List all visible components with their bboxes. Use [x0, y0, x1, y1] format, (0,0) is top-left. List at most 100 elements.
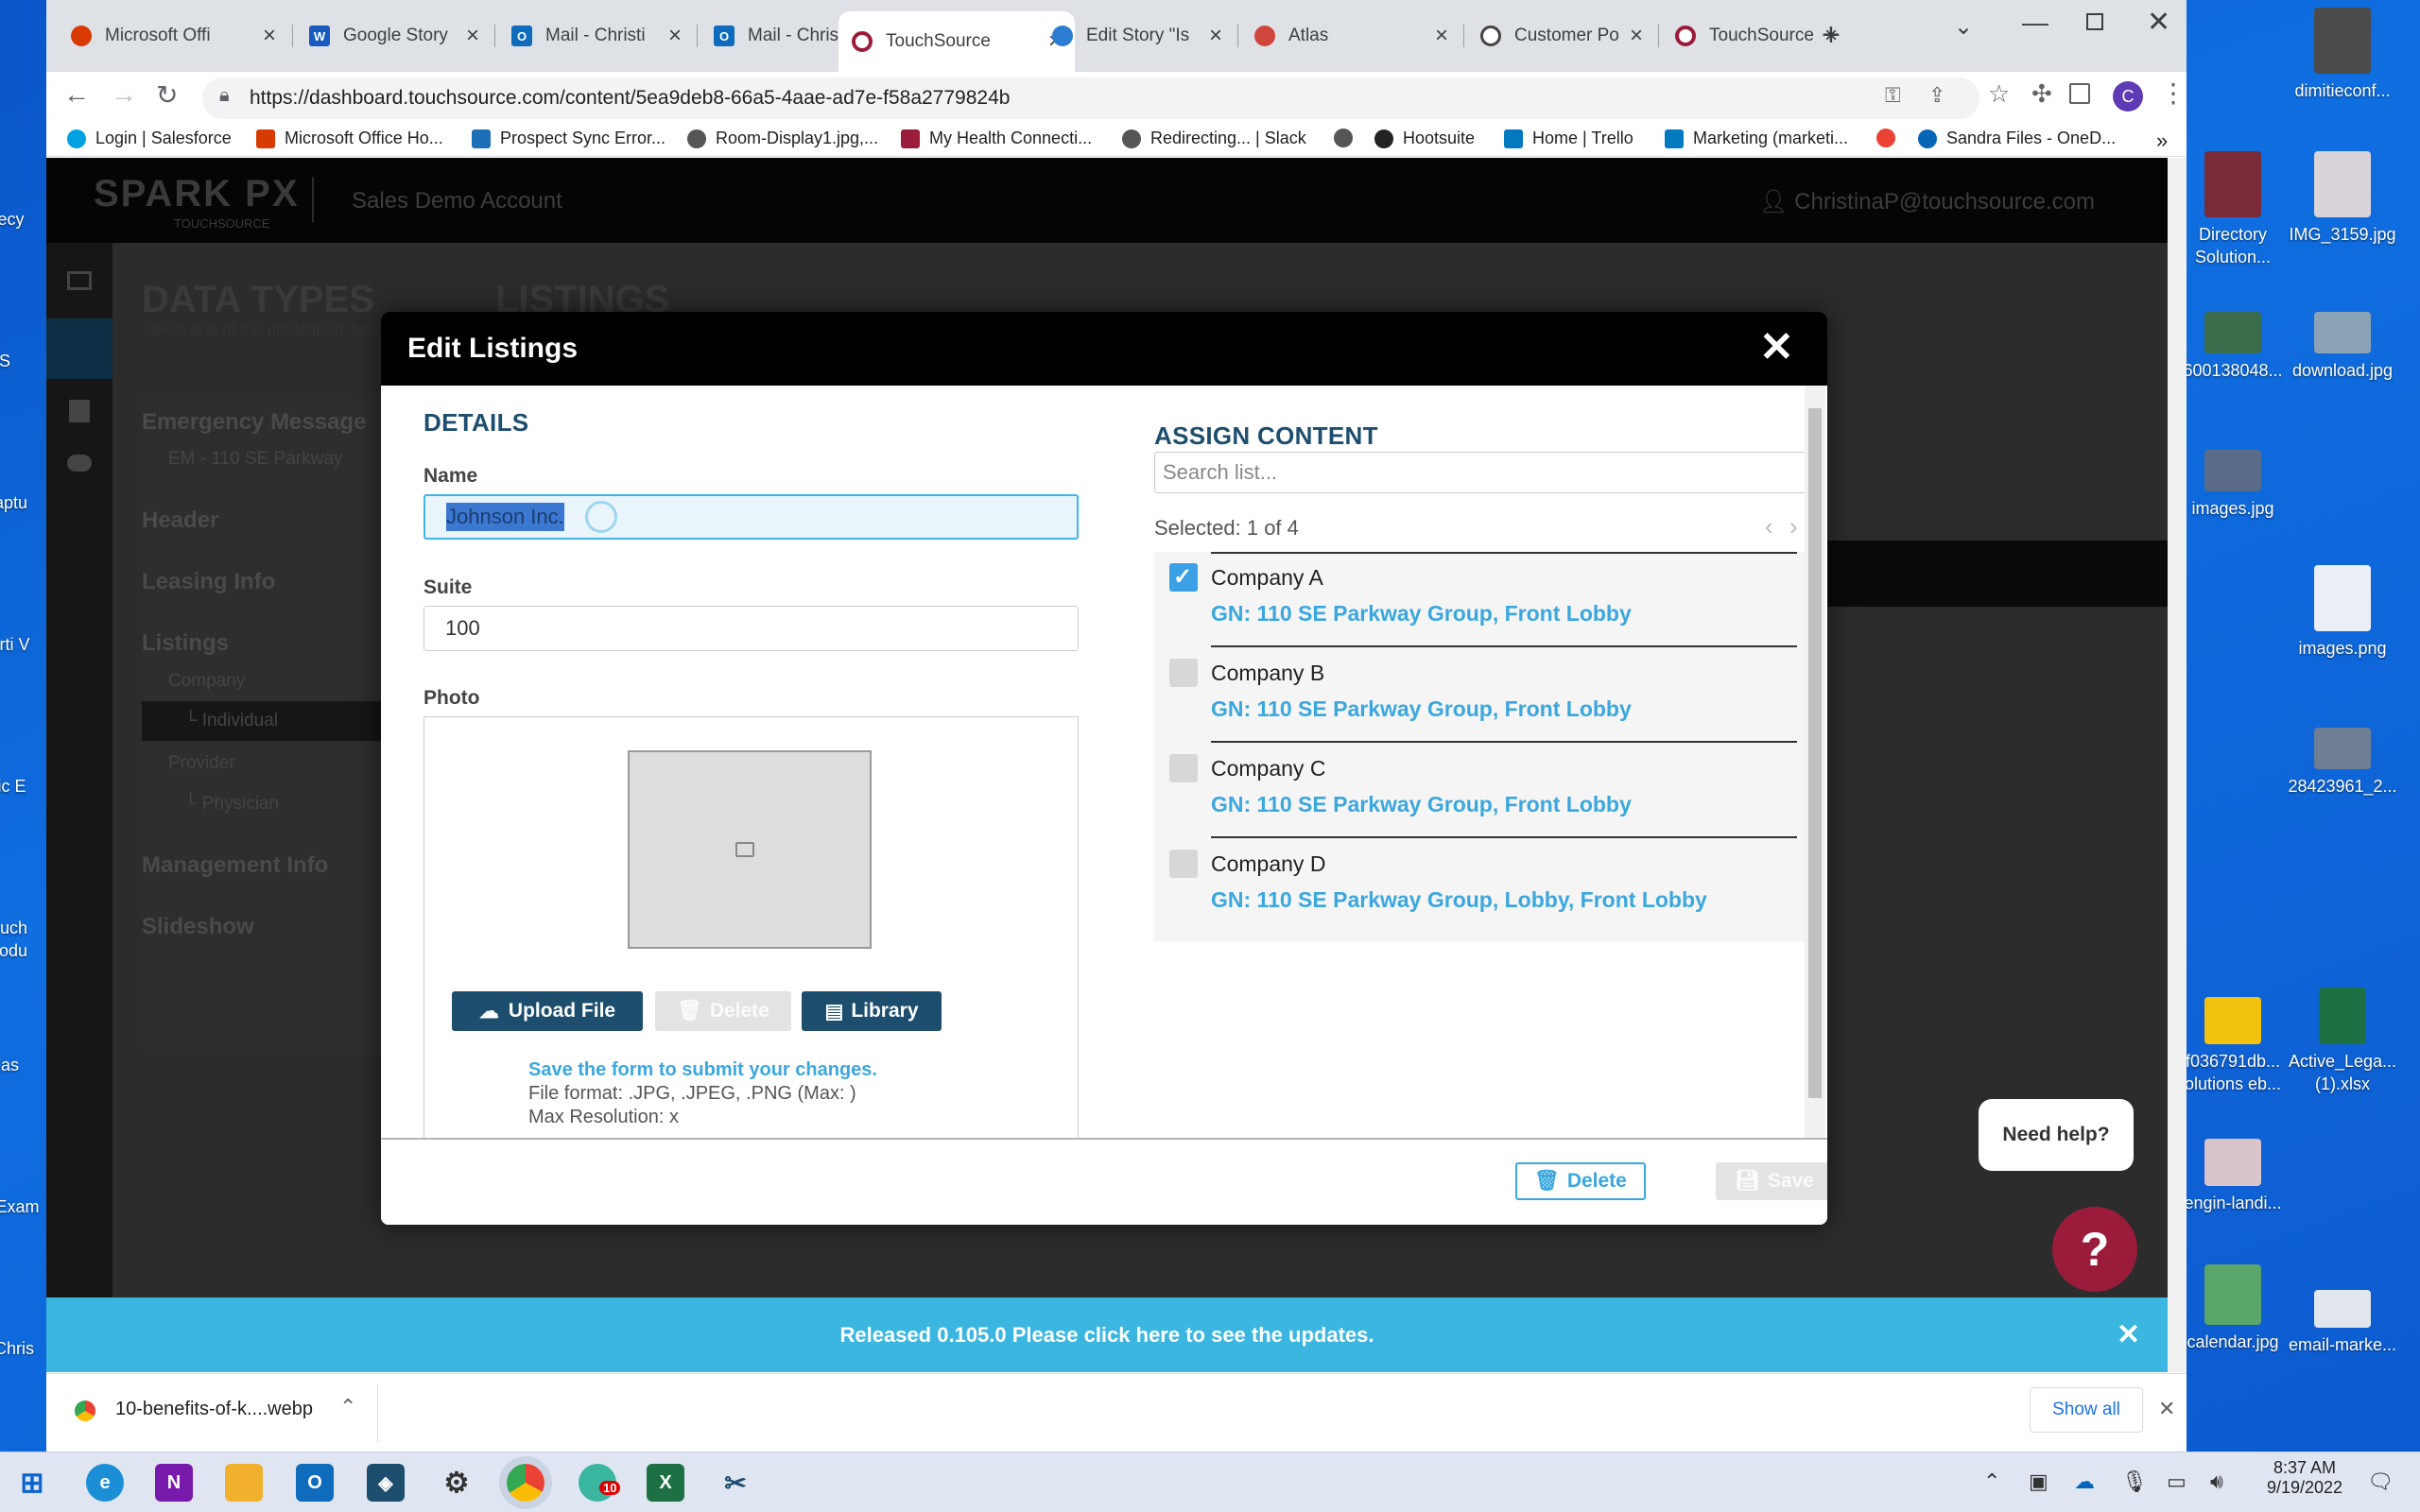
browser-tab[interactable]: W Google Story × — [296, 13, 493, 59]
checkbox-unchecked[interactable] — [1169, 850, 1198, 878]
excel-icon[interactable]: X — [647, 1464, 684, 1502]
edge-icon[interactable]: e — [86, 1464, 124, 1502]
list-item[interactable]: Company D GN: 110 SE Parkway Group, Lobb… — [1154, 838, 1810, 934]
key-icon[interactable]: ⚿ — [1885, 83, 1901, 108]
photo-preview[interactable] — [628, 750, 872, 949]
prev-page-icon[interactable]: ‹ — [1765, 512, 1773, 541]
desktop-icon[interactable]: IMG_3159.jpg — [2281, 151, 2404, 246]
close-tab-icon[interactable]: × — [1630, 23, 1643, 49]
chevron-up-icon[interactable]: ⌃ — [339, 1395, 356, 1419]
desktop-icon-left[interactable]: Captu — [0, 491, 47, 514]
bookmark-item[interactable]: Sandra Files - OneD... — [1918, 129, 2116, 148]
bookmark-item[interactable] — [1334, 129, 1362, 147]
windows-start-icon[interactable]: ⊞ — [13, 1464, 51, 1502]
desktop-icon-left[interactable]: Fas — [0, 1054, 47, 1076]
download-filename[interactable]: 10-benefits-of-k....webp — [115, 1399, 313, 1420]
list-item[interactable]: Company C GN: 110 SE Parkway Group, Fron… — [1154, 743, 1810, 838]
onenote-icon[interactable]: N — [155, 1464, 193, 1502]
notifications-icon[interactable]: 🗨︎ — [2367, 1469, 2394, 1494]
bookmark-item[interactable]: Marketing (marketi... — [1665, 129, 1848, 148]
browser-tab[interactable]: Atlas × — [1241, 13, 1461, 59]
settings-gear-icon[interactable]: ⚙ — [438, 1464, 475, 1502]
bookmark-item[interactable]: Room-Display1.jpg,... — [687, 129, 878, 148]
bookmark-star-icon[interactable]: ☆ — [1988, 79, 2010, 109]
address-bar[interactable]: 🔒︎ https://dashboard.touchsource.com/con… — [202, 77, 1979, 119]
extensions-icon[interactable]: ✣ — [2031, 79, 2052, 109]
desktop-icon-left[interactable]: En Exam — [0, 1195, 47, 1218]
close-banner-icon[interactable]: ✕ — [2117, 1318, 2140, 1351]
delete-listing-button[interactable]: 🗑︎ Delete — [1515, 1162, 1646, 1200]
book-icon[interactable] — [69, 400, 90, 422]
desktop-icon[interactable]: 600138048... — [2171, 312, 2294, 382]
close-tab-icon[interactable]: × — [668, 23, 682, 49]
suite-input[interactable]: 100 — [424, 606, 1079, 651]
desktop-icon[interactable]: f036791db... olutions eb... — [2171, 997, 2294, 1095]
desktop-icon[interactable]: download.jpg — [2281, 312, 2404, 382]
upload-file-button[interactable]: ☁︎ Upload File — [452, 991, 643, 1031]
close-tab-icon[interactable]: × — [263, 23, 276, 49]
desktop-icon[interactable]: email-marke... — [2281, 1290, 2404, 1356]
modal-scrollbar[interactable] — [1805, 386, 1825, 1138]
desktop-icon[interactable]: 28423961_2... — [2281, 728, 2404, 798]
minimize-button[interactable]: — — [2022, 8, 2048, 38]
share-icon[interactable]: ⇪ — [1928, 83, 1945, 108]
network-icon[interactable]: ▣ — [2029, 1469, 2048, 1494]
menu-kebab-icon[interactable]: ⋮ — [2160, 77, 2187, 109]
listing-physician[interactable]: └ Physician — [184, 794, 279, 815]
desktop-icon[interactable]: Active_Lega... (1).xlsx — [2281, 988, 2404, 1095]
bookmark-item[interactable]: My Health Connecti... — [901, 129, 1092, 148]
close-tab-icon[interactable]: × — [1209, 23, 1222, 49]
bookmark-item[interactable]: Microsoft Office Ho... — [256, 129, 443, 148]
delete-photo-button[interactable]: 🗑︎ Delete — [655, 991, 791, 1031]
onedrive-icon[interactable]: ☁︎ — [2074, 1469, 2095, 1494]
desktop-icon[interactable]: images.jpg — [2171, 450, 2294, 520]
page-scrollbar[interactable] — [2168, 158, 2187, 1372]
list-item[interactable]: Company B GN: 110 SE Parkway Group, Fron… — [1154, 647, 1810, 743]
desktop-icon-left[interactable]: Touch Produ — [0, 917, 47, 962]
browser-tab[interactable]: Edit Story "Is × — [1039, 13, 1236, 59]
bookmark-item[interactable]: Login | Salesforce — [67, 129, 232, 148]
teams-icon[interactable]: 10 — [579, 1464, 621, 1502]
snip-icon[interactable]: ✂ — [717, 1464, 754, 1502]
bookmarks-overflow-button[interactable]: » — [2156, 129, 2168, 153]
section-slideshow[interactable]: Slideshow — [142, 914, 254, 940]
listing-individual[interactable]: └ Individual — [184, 711, 278, 731]
library-button[interactable]: ▤ Library — [802, 991, 942, 1031]
volume-icon[interactable]: 🔊︎ — [2210, 1469, 2223, 1494]
profile-avatar[interactable]: C — [2113, 81, 2143, 112]
release-banner[interactable]: Released 0.105.0 Please click here to se… — [46, 1297, 2168, 1372]
browser-tab[interactable]: Customer Por × — [1467, 13, 1656, 59]
section-emergency[interactable]: Emergency Message — [142, 409, 366, 436]
bookmark-item[interactable]: Redirecting... | Slack — [1122, 129, 1306, 148]
save-button[interactable]: 💾︎ Save — [1716, 1162, 1827, 1200]
close-window-button[interactable]: ✕ — [2147, 6, 2170, 39]
close-modal-icon[interactable]: ✕ — [1759, 323, 1794, 371]
desktop-icon-left[interactable]: S — [0, 350, 47, 372]
user-menu[interactable]: 👤︎ ChristinaP@touchsource.com — [1759, 188, 2095, 215]
browser-tab[interactable]: O Mail - Christi × — [498, 13, 695, 59]
bookmark-item[interactable]: Prospect Sync Error... — [472, 129, 666, 148]
tab-search-icon[interactable]: ⌄ — [1954, 13, 1973, 41]
bookmark-item[interactable]: Hootsuite — [1374, 129, 1475, 148]
section-listings[interactable]: Listings — [142, 630, 229, 657]
bookmark-item[interactable]: Home | Trello — [1504, 129, 1634, 148]
side-panel-icon[interactable] — [2069, 83, 2090, 104]
users-icon[interactable] — [67, 455, 92, 472]
need-help-bubble[interactable]: Need help? — [1979, 1099, 2134, 1171]
checkbox-unchecked[interactable] — [1169, 659, 1198, 687]
listing-provider[interactable]: Provider — [168, 753, 235, 774]
battery-icon[interactable]: ▭ — [2167, 1469, 2187, 1494]
close-downloads-icon[interactable]: ✕ — [2158, 1397, 2175, 1421]
name-input[interactable]: Johnson Inc. — [424, 494, 1079, 540]
bookmark-item[interactable] — [1876, 129, 1905, 147]
next-page-icon[interactable]: › — [1789, 512, 1798, 541]
outlook-icon[interactable]: O — [296, 1464, 334, 1502]
section-header[interactable]: Header — [142, 507, 218, 534]
chrome-icon[interactable] — [507, 1464, 544, 1502]
clock[interactable]: 8:37 AM 9/19/2022 — [2257, 1458, 2352, 1498]
nav-content-active[interactable] — [46, 318, 112, 379]
checkbox-unchecked[interactable] — [1169, 754, 1198, 782]
microphone-icon[interactable]: 🎙︎ — [2121, 1469, 2148, 1494]
desktop-icon[interactable]: engin-landi... — [2171, 1139, 2294, 1214]
desktop-icon[interactable]: Directory Solution... — [2171, 151, 2294, 268]
